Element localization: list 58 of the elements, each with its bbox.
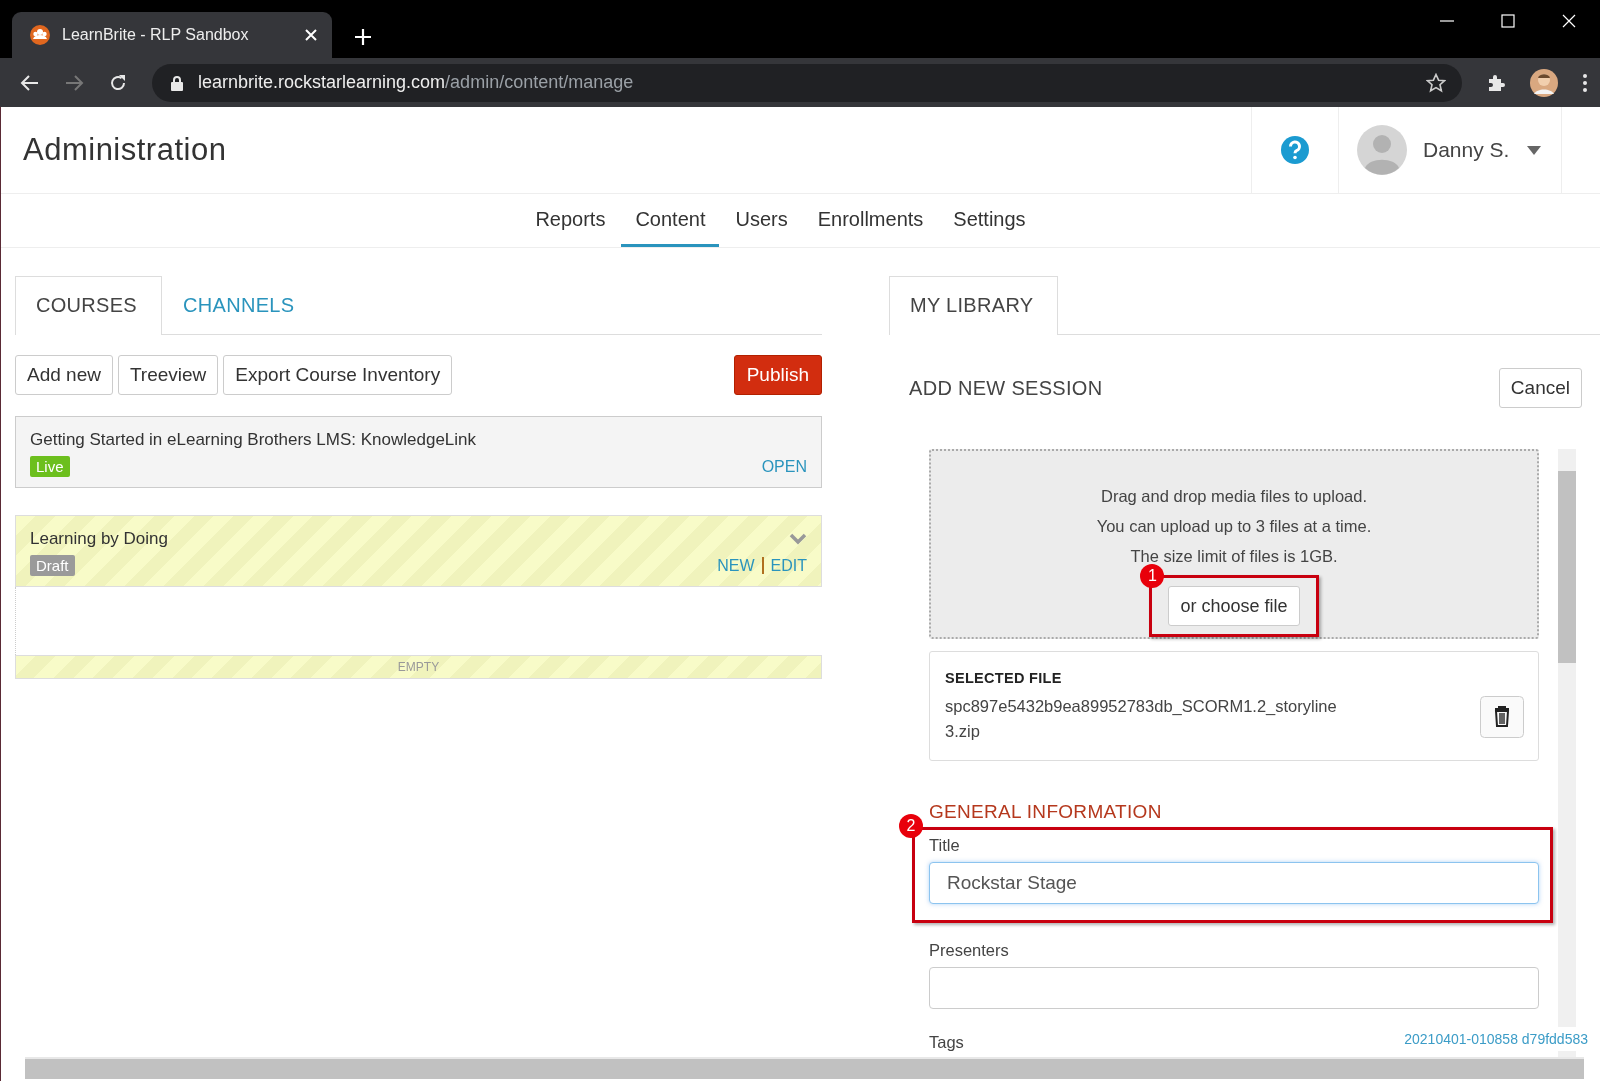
toolbar-button[interactable]: Add new [15, 355, 113, 395]
chevron-icon[interactable] [789, 533, 807, 545]
cancel-button[interactable]: Cancel [1498, 368, 1582, 408]
upload-hint: The size limit of files is 1GB. [1130, 546, 1338, 567]
caret-icon [1527, 145, 1541, 155]
field-label: Presenters [929, 941, 1010, 960]
annotation-badge: 1 [1140, 564, 1165, 588]
status-badge: Draft [30, 555, 75, 576]
section-title: GENERAL INFORMATION [929, 801, 1163, 823]
maximize-icon[interactable] [1501, 14, 1515, 28]
puzzle-icon[interactable] [1486, 72, 1506, 93]
toolbar-button[interactable]: Export Course Inventory [223, 355, 453, 395]
close-icon[interactable] [1562, 14, 1576, 28]
nav-tab[interactable]: Reports [521, 194, 620, 247]
nav-tab[interactable]: Content [621, 194, 720, 247]
star-icon[interactable] [1426, 72, 1446, 93]
file-name: spc897e5432b9ea89952783db_SCORM1.2_storyline 3.zip [945, 696, 1337, 742]
section-heading: ADD NEW SESSION [909, 376, 1103, 400]
publish-button[interactable]: Publish [733, 355, 822, 395]
panel-tab[interactable]: COURSES [15, 276, 162, 335]
browser-tab[interactable]: LearnBrite - RLP Sandbox [12, 12, 332, 58]
trash-icon[interactable] [1480, 696, 1524, 738]
annotation-badge: 2 [899, 814, 923, 838]
user-menu[interactable]: Danny S. [1338, 107, 1562, 193]
field-label: Title [929, 836, 961, 855]
file-label: SELECTED FILE [945, 670, 1063, 686]
avatar-icon [1357, 125, 1407, 175]
course-title: Getting Started in eLearning Brothers LMS: KnowledgeLink [30, 430, 477, 450]
address-field[interactable]: learnbrite.rockstarlearning.com/admin/content/manage [152, 63, 1462, 102]
more-icon[interactable] [1582, 72, 1588, 93]
choose-file-button[interactable]: or choose file [1168, 586, 1300, 626]
upload-hint: Drag and drop media files to upload. [1101, 486, 1367, 507]
toolbar-button[interactable]: Treeview [117, 355, 219, 395]
input-field[interactable]: Rockstar Stage [929, 862, 1539, 904]
profile-icon[interactable] [1530, 68, 1558, 97]
empty-label: EMPTY [15, 655, 822, 679]
people-icon [30, 25, 50, 45]
tab-title: LearnBrite - RLP Sandbox [62, 26, 250, 44]
back-icon[interactable] [20, 72, 40, 93]
nav-tab[interactable]: Enrollments [803, 194, 938, 247]
upload-hint: You can upload up to 3 files at a time. [1096, 516, 1372, 537]
lock-icon [170, 74, 184, 91]
status-badge: Live [30, 456, 70, 477]
nav-tab[interactable]: Users [721, 194, 802, 247]
plus-icon[interactable] [354, 28, 372, 46]
panel-tab[interactable]: MY LIBRARY [889, 276, 1059, 335]
nav-tab[interactable]: Settings [939, 194, 1040, 247]
scrollbar[interactable] [25, 1057, 1584, 1079]
course-title: Learning by Doing [30, 529, 168, 549]
field-label: Tags [929, 1033, 964, 1052]
input-field[interactable] [929, 967, 1539, 1009]
forward-icon[interactable] [64, 72, 84, 93]
close-icon[interactable] [304, 28, 318, 42]
url-text: learnbrite.rockstarlearning.com/admin/content/manage [198, 72, 634, 93]
reload-icon[interactable] [108, 72, 128, 93]
page-title: Administration [22, 132, 228, 168]
help-icon[interactable] [1280, 135, 1310, 165]
drop-zone[interactable]: Drag and drop media files to upload. You can upload up to 3 files at a time. The size limit of files is 1GB. or choose file 1 [929, 449, 1539, 639]
